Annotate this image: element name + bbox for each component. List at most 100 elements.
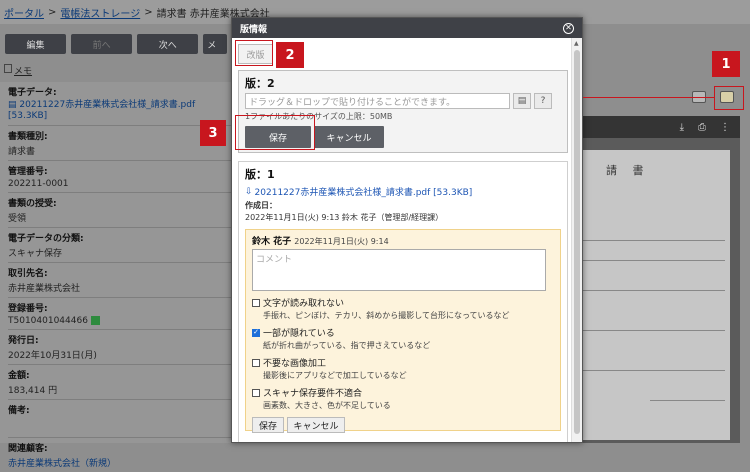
file-icon: ▤ [8, 100, 17, 110]
prev-button[interactable]: 前へ [71, 34, 133, 54]
more-icon[interactable]: ⋮ [720, 122, 730, 133]
file-select-icon[interactable]: ▤ [513, 93, 531, 109]
comment-input[interactable]: コメント [252, 249, 546, 291]
comment-panel: 鈴木 花子 2022年11月1日(火) 9:14 コメント 文字が読み取れない … [245, 229, 561, 433]
cancel-button[interactable]: キャンセル [314, 126, 384, 148]
check-label: 不要な画像加工 [263, 359, 327, 369]
print-icon[interactable]: ⎙ [698, 122, 706, 133]
field-exchange: 書類の授受: 受領 [8, 193, 232, 228]
download-icon[interactable]: ⤓ [680, 122, 684, 133]
callout-3-badge: 3 [200, 120, 226, 146]
checkbox-unchecked-icon[interactable] [252, 388, 260, 397]
memo-link[interactable]: メモ [14, 64, 32, 77]
dialog-title: 版情報 [240, 24, 268, 35]
created-value: 2022年11月1日(火) 9:13 鈴木 花子（管理部/経理課） [245, 213, 444, 222]
breadcrumb-portal-link[interactable]: ポータル [4, 5, 44, 20]
field-label: 登録番号: [8, 304, 48, 314]
field-label: 発行日: [8, 336, 39, 346]
comment-cancel-button[interactable]: キャンセル [287, 417, 345, 433]
field-amount: 金額: 183,414 円 [8, 365, 232, 400]
field-label: 電子データ: [8, 88, 57, 98]
comment-datetime: 2022年11月1日(火) 9:14 [294, 237, 389, 246]
help-icon[interactable]: ? [534, 93, 552, 109]
dialog-header: 版情報 ✕ [232, 18, 582, 38]
field-value: 202211-0001 [8, 179, 69, 189]
version-1-title: 版：1 [245, 168, 275, 181]
close-icon[interactable]: ✕ [563, 22, 574, 34]
callout-2-badge: 2 [276, 42, 304, 68]
field-value: スキャナ保存 [8, 249, 63, 259]
check-label: 一部が隠れている [263, 329, 335, 339]
related-customer-link[interactable]: 赤井産業株式会社（新規） [8, 456, 232, 469]
check-label: 文字が読み取れない [263, 299, 345, 309]
drop-row: ドラッグ＆ドロップで貼り付けることができます。 ▤ ? [245, 93, 561, 109]
check-unneeded-edit[interactable]: 不要な画像加工 [252, 356, 554, 369]
check-unreadable[interactable]: 文字が読み取れない [252, 296, 554, 309]
field-value: 受領 [8, 214, 27, 224]
field-label: 取引先名: [8, 269, 48, 279]
check-partially-hidden[interactable]: ✓ 一部が隠れている [252, 326, 554, 339]
download-file-icon: ⇩ [245, 186, 253, 197]
next-button[interactable]: 次へ [137, 34, 199, 54]
memo-button[interactable]: メ [203, 34, 227, 54]
field-mgmt-no: 管理番号: 202211-0001 [8, 161, 232, 193]
pdf-line [650, 400, 725, 401]
scroll-up-icon[interactable]: ▲ [574, 40, 579, 47]
memo-icon [4, 64, 12, 73]
dialog-body: 改版 版：2 ドラッグ＆ドロップで貼り付けることができます。 ▤ ? 1ファイル… [232, 38, 572, 442]
callout-1-badge: 1 [712, 51, 740, 77]
file-name: 20211227赤井産業株式会社様_請求書.pdf [53.3KB] [8, 100, 196, 121]
record-fields: 電子データ: ▤ 20211227赤井産業株式会社様_請求書.pdf [53.3… [0, 82, 232, 469]
version-info-dialog: 版情報 ✕ 改版 版：2 ドラッグ＆ドロップで貼り付けることができます。 ▤ ?… [231, 17, 583, 443]
breadcrumb-separator: > [144, 6, 153, 18]
breadcrumb-storage-link[interactable]: 電帳法ストレージ [60, 5, 140, 20]
electronic-data-link[interactable]: ▤ 20211227赤井産業株式会社様_請求書.pdf [53.3KB] [8, 100, 223, 122]
field-data-class: 電子データの分類: スキャナ保存 [8, 228, 232, 263]
field-label: 書類種別: [8, 132, 48, 142]
callout-3-highlight [235, 115, 315, 150]
reg-no-text: T5010401044466 [8, 316, 88, 326]
field-value: 赤井産業株式会社 [8, 284, 81, 294]
field-related-customer: 関連顧客: 赤井産業株式会社（新規） [8, 438, 232, 472]
drop-zone[interactable]: ドラッグ＆ドロップで貼り付けることができます。 [245, 93, 510, 109]
field-value: 請求書 [8, 147, 36, 157]
field-value: 2022年10月31日(月) [8, 351, 97, 361]
field-value: T5010401044466 [8, 316, 232, 326]
pdf-line [575, 290, 725, 291]
callout-1-connector [583, 97, 714, 98]
comment-header: 鈴木 花子 2022年11月1日(火) 9:14 [252, 234, 554, 247]
pdf-title-text: 請 書 [606, 164, 650, 177]
dialog-scrollbar[interactable]: ▲ [571, 38, 582, 442]
pdf-line [575, 240, 725, 241]
field-doc-type: 書類種別: 請求書 [8, 126, 232, 161]
callout-1-highlight [714, 86, 744, 110]
comment-save-button[interactable]: 保存 [252, 417, 284, 433]
check-desc: 紙が折れ曲がっている、指で押さえているなど [263, 341, 431, 350]
checkbox-unchecked-icon[interactable] [252, 298, 260, 307]
comment-actions: 保存 キャンセル [252, 417, 554, 433]
field-partner: 取引先名: 赤井産業株式会社 [8, 263, 232, 298]
new-version-title: 版：2 [245, 77, 275, 90]
check-scanner-noncompliant[interactable]: スキャナ保存要件不適合 [252, 386, 554, 399]
verified-icon [90, 316, 100, 325]
check-label: スキャナ保存要件不適合 [263, 389, 363, 399]
checkbox-unchecked-icon[interactable] [252, 358, 260, 367]
pdf-line [575, 330, 725, 331]
edit-button[interactable]: 編集 [5, 34, 67, 54]
field-label: 金額: [8, 371, 30, 381]
version-1-file-link[interactable]: ⇩ 20211227赤井産業株式会社様_請求書.pdf [53.3KB] [245, 185, 561, 199]
scrollbar-thumb[interactable] [574, 50, 580, 434]
field-reg-no: 登録番号: T5010401044466 [8, 298, 232, 330]
field-notes: 備考: [8, 400, 232, 438]
field-label: 電子データの分類: [8, 234, 84, 244]
check-desc: 撮影後にアプリなどで加工しているなど [263, 371, 407, 380]
comment-author: 鈴木 花子 [252, 237, 292, 247]
field-value: 183,414 円 [8, 386, 58, 396]
version-1-file-name: 20211227赤井産業株式会社様_請求書.pdf [53.3KB] [254, 188, 473, 198]
check-desc: 手振れ、ピンぼけ、テカリ、斜めから撮影して台形になっているなど [263, 311, 510, 320]
field-label: 書類の授受: [8, 199, 57, 209]
pdf-line [575, 370, 725, 371]
field-label: 管理番号: [8, 167, 48, 177]
pdf-line [575, 260, 725, 261]
checkbox-checked-icon[interactable]: ✓ [252, 328, 260, 337]
